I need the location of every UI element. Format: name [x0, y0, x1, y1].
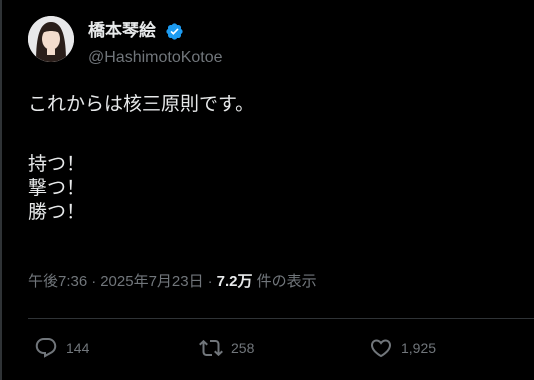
tweet-text-line: 勝つ！ [28, 201, 86, 223]
retweet-icon [199, 339, 223, 357]
retweet-count: 258 [231, 340, 255, 356]
tweet-text-line: これからは核三原則です。 [28, 93, 255, 115]
tweet-text: これからは核三原則です。 持つ！ 撃つ！ 勝つ！ [28, 92, 254, 224]
like-count: 1,925 [401, 340, 437, 356]
heart-icon [370, 339, 392, 358]
separator: · [207, 273, 213, 290]
timeline-border [0, 0, 2, 380]
separator: · [91, 273, 97, 290]
action-bar: 144 258 1,925 [0, 330, 534, 366]
reply-icon [35, 338, 57, 358]
reply-count: 144 [66, 340, 90, 356]
avatar-image [28, 16, 74, 62]
tweet: 橋本琴絵 @HashimotoKotoe これからは核三原則です。 持つ！ 撃つ… [0, 0, 534, 380]
views-count[interactable]: 7.2万 [217, 273, 253, 290]
tweet-text-line: 持つ！ [28, 153, 86, 175]
retweet-button[interactable]: 258 [199, 336, 254, 360]
divider [28, 318, 534, 319]
tweet-metadata: 午後7:36 · 2025年7月23日 · 7.2万 件の表示 [28, 272, 317, 292]
views-label[interactable]: 件の表示 [257, 273, 317, 290]
tweet-text-line: 撃つ！ [28, 177, 86, 199]
tweet-time-link[interactable]: 午後7:36 · 2025年7月23日 [28, 273, 204, 290]
author-display-name[interactable]: 橋本琴絵 [88, 20, 156, 42]
verified-badge-icon[interactable] [165, 22, 184, 41]
avatar[interactable] [28, 16, 74, 62]
like-button[interactable]: 1,925 [369, 336, 436, 360]
tweet-date: 2025年7月23日 [100, 273, 204, 290]
author-handle[interactable]: @HashimotoKotoe [88, 48, 223, 68]
tweet-time: 午後7:36 [28, 273, 88, 290]
reply-button[interactable]: 144 [34, 336, 89, 360]
